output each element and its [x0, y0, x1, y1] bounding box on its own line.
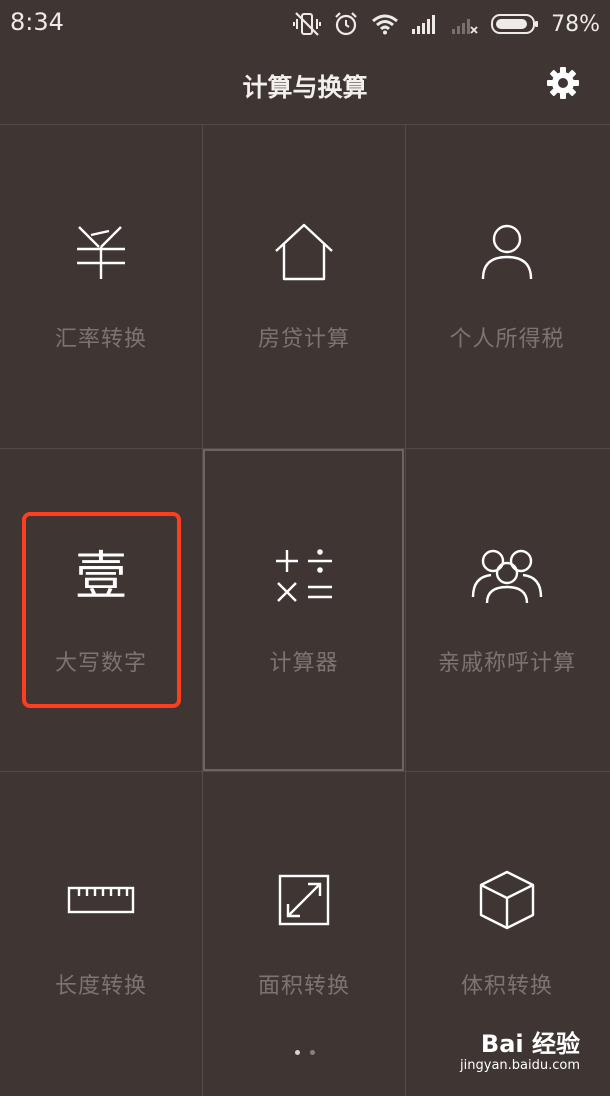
tool-grid: 汇率转换 房贷计算 个人所得税 壹 大写数字 计算器 亲戚称呼计算 长度转换 面…: [0, 124, 610, 1096]
grid-item-label: 汇率转换: [54, 327, 147, 352]
grid-item-length[interactable]: 长度转换: [0, 772, 202, 1094]
grid-item-label: 长度转换: [54, 974, 147, 999]
page-title: 计算与换算: [242, 73, 368, 102]
house-icon: [203, 221, 405, 285]
grid-item-label: 面积转换: [257, 974, 350, 999]
screen: 8:34 78% 计算与换算 汇率转换 房贷计算 个人所得税 壹 大写数字 计算…: [0, 0, 610, 1096]
pressed-cell-highlight: [203, 449, 404, 771]
grid-item-label: 个人所得税: [449, 327, 565, 352]
watermark: Bai 经验 jingyan.baidu.com: [460, 1020, 580, 1084]
area-icon: [203, 868, 405, 932]
status-icons: 78%: [293, 8, 600, 40]
grid-item-exchange-rate[interactable]: 汇率转换: [0, 125, 202, 447]
settings-button[interactable]: [546, 66, 580, 100]
page-dot[interactable]: [310, 1050, 315, 1055]
family-icon: [406, 545, 608, 609]
battery-icon: [491, 13, 539, 35]
gear-icon: [547, 67, 579, 99]
status-bar: 8:34 78%: [0, 0, 610, 48]
wifi-icon: [371, 13, 399, 35]
grid-item-income-tax[interactable]: 个人所得税: [406, 125, 608, 447]
cube-icon: [406, 868, 608, 932]
status-time: 8:34: [10, 8, 64, 36]
signal-icon: [411, 13, 439, 35]
battery-percent: 78%: [551, 11, 600, 37]
grid-item-label: 亲戚称呼计算: [437, 651, 576, 676]
title-bar: 计算与换算: [0, 48, 610, 124]
alarm-icon: [333, 11, 359, 37]
grid-item-relatives[interactable]: 亲戚称呼计算: [406, 449, 608, 771]
watermark-url: jingyan.baidu.com: [460, 1058, 580, 1073]
grid-item-area[interactable]: 面积转换: [203, 772, 405, 1094]
grid-item-mortgage[interactable]: 房贷计算: [203, 125, 405, 447]
page-dot-active[interactable]: [295, 1050, 300, 1055]
watermark-logo: Bai 经验: [480, 1030, 580, 1058]
person-icon: [406, 221, 608, 285]
yen-icon: [0, 221, 202, 285]
grid-item-label: 房贷计算: [257, 327, 350, 352]
annotation-highlight-box: [22, 512, 181, 708]
grid-item-label: 体积转换: [460, 974, 553, 999]
ruler-icon: [0, 868, 202, 932]
vibrate-off-icon: [293, 11, 322, 37]
signal-empty-icon: [451, 13, 479, 35]
